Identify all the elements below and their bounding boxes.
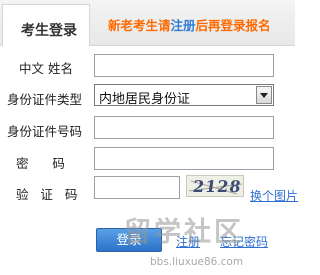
- tab-title: 考生登录: [21, 23, 77, 39]
- watermark-logo: 留学社区: [124, 217, 244, 248]
- notice-register-link[interactable]: 注册: [171, 18, 196, 33]
- notice-suffix: 后再登录报名: [195, 18, 271, 33]
- id-type-selected-value: 内地居民身份证: [99, 92, 191, 107]
- name-label: 中文 姓名: [19, 61, 73, 76]
- id-type-label: 身份证件类型: [7, 92, 83, 107]
- notice-prefix: 新老考生请: [108, 18, 171, 33]
- name-input[interactable]: [94, 54, 274, 77]
- captcha-image[interactable]: 2128: [186, 175, 244, 197]
- id-number-label: 身份证件号码: [7, 124, 83, 139]
- captcha-text: 2128: [191, 177, 243, 196]
- captcha-input[interactable]: [94, 176, 180, 199]
- password-input[interactable]: [94, 147, 274, 170]
- header-notice: 新老考生请注册后再登录报名: [108, 15, 271, 34]
- refresh-captcha-link[interactable]: 换个图片: [250, 187, 298, 204]
- watermark-url: bbs.liuxue86.com: [150, 256, 244, 268]
- id-type-select[interactable]: 内地居民身份证: [94, 84, 274, 107]
- password-label: 密 码: [16, 156, 65, 171]
- captcha-label: 验 证 码: [16, 187, 78, 202]
- dropdown-arrow-icon[interactable]: [256, 86, 272, 104]
- login-header: 考生登录 新老考生请注册后再登录报名: [0, 0, 295, 46]
- tab-student-login[interactable]: 考生登录: [2, 4, 90, 46]
- id-number-input[interactable]: [94, 116, 274, 139]
